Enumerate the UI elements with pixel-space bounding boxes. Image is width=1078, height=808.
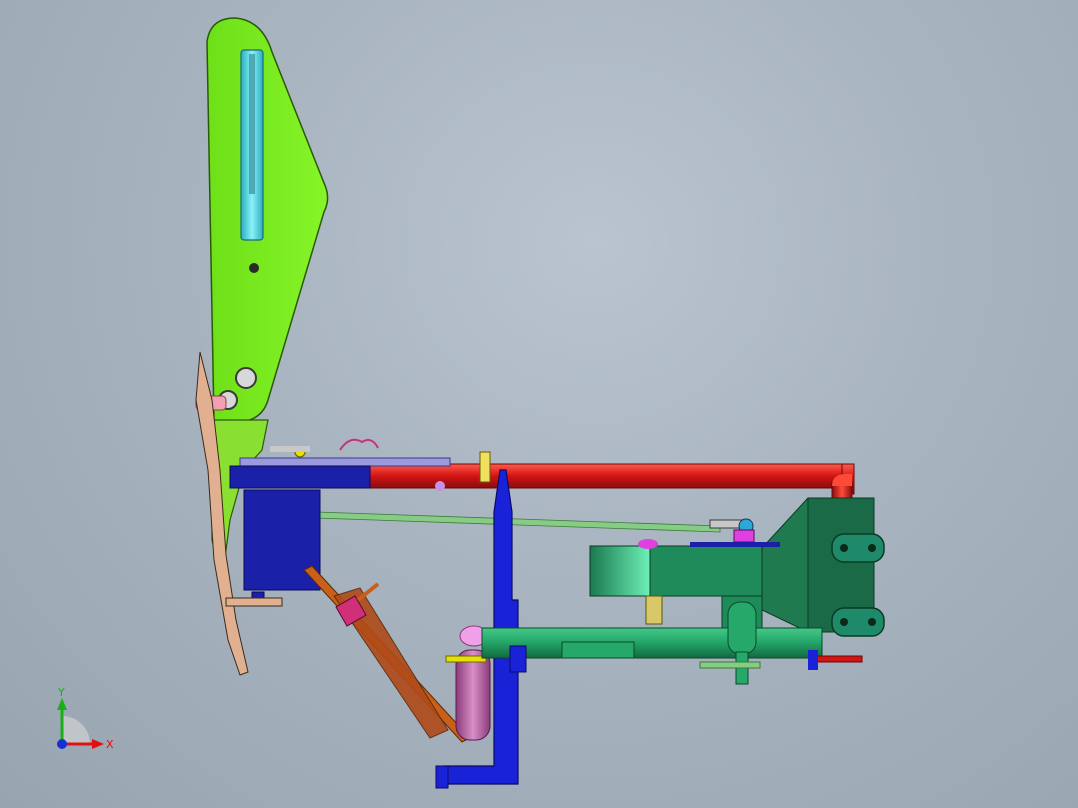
guide-slot[interactable]: [240, 49, 264, 241]
lower-rod[interactable]: [315, 511, 721, 533]
cad-viewport[interactable]: Y X: [0, 0, 1078, 808]
pivot-pin[interactable]: [249, 263, 259, 273]
clamp-plate-top[interactable]: [831, 533, 885, 563]
triad-plane-icon: [62, 716, 90, 744]
diagonal-link[interactable]: [303, 565, 471, 743]
clamp-plate-bottom[interactable]: [831, 607, 885, 637]
x-axis-label: X: [106, 738, 114, 751]
coordinate-triad: Y X: [57, 686, 114, 751]
upper-pin[interactable]: [235, 367, 257, 389]
assembly-model[interactable]: [0, 0, 1078, 808]
rod-fitting[interactable]: [690, 518, 780, 547]
z-axis-dot-icon: [57, 739, 67, 749]
y-axis-label: Y: [57, 686, 65, 699]
